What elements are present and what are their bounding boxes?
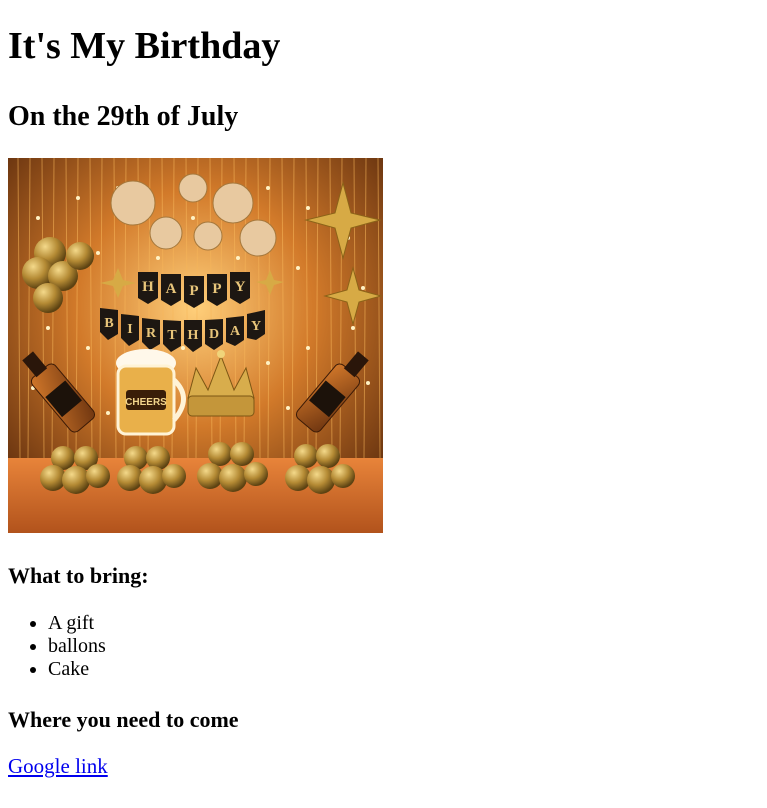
banner-letter-7: I bbox=[127, 322, 132, 337]
banner-letter-11: D bbox=[209, 327, 219, 342]
banner-letter-9: T bbox=[167, 328, 177, 343]
banner-letter-2: A bbox=[166, 281, 177, 297]
banner-letter-13: Y bbox=[251, 319, 261, 334]
banner-letter-5: Y bbox=[235, 279, 246, 295]
list-item: ballons bbox=[48, 635, 759, 658]
list-item: A gift bbox=[48, 612, 759, 635]
birthday-decoration-image: H A P P Y B I R T H D A Y CHEERS bbox=[8, 158, 383, 533]
page-content: It's My Birthday On the 29th of July H A… bbox=[8, 0, 759, 778]
event-date-heading: On the 29th of July bbox=[8, 101, 239, 132]
google-maps-link[interactable]: Google link bbox=[8, 754, 108, 778]
banner-letter-4: P bbox=[212, 281, 221, 297]
location-heading: Where you need to come bbox=[8, 707, 239, 732]
banner-letter-6: B bbox=[104, 316, 113, 331]
banner-letter-1: H bbox=[142, 279, 154, 295]
banner-letter-12: A bbox=[230, 324, 241, 339]
banner-letter-3: P bbox=[189, 283, 198, 299]
bring-list: A gift ballons Cake bbox=[8, 612, 759, 681]
banner-letter-8: R bbox=[146, 326, 157, 341]
what-to-bring-heading: What to bring: bbox=[8, 563, 149, 588]
banner-letter-10: H bbox=[188, 328, 199, 343]
mug-label: CHEERS bbox=[125, 397, 167, 408]
list-item: Cake bbox=[48, 658, 759, 681]
page-title: It's My Birthday bbox=[8, 25, 281, 67]
